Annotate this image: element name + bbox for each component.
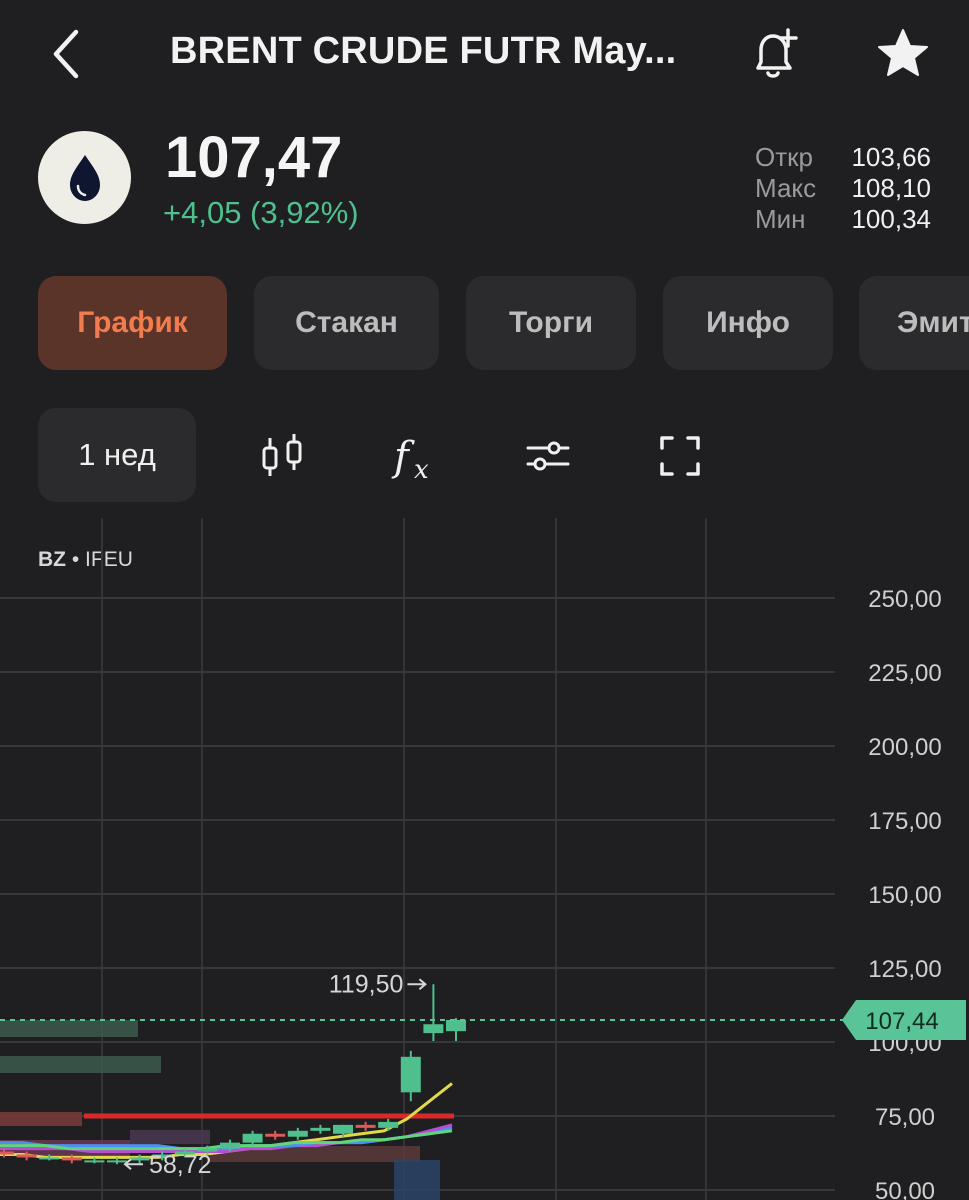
bell-plus-icon [756, 28, 798, 78]
last-price: 107,47 [165, 125, 343, 190]
candle-body [446, 1019, 466, 1032]
y-tick-label: 125,00 [868, 956, 941, 983]
y-tick-label: 150,00 [868, 882, 941, 909]
stat-low: Мин 100,34 [755, 204, 931, 235]
add-alert-button[interactable] [744, 24, 804, 84]
chevron-left-icon [53, 29, 79, 79]
tab-chart[interactable]: График [38, 276, 227, 370]
tab-info[interactable]: Инфо [663, 276, 833, 370]
candle-body [220, 1142, 240, 1149]
chart-type-button[interactable] [256, 430, 308, 482]
period-selector[interactable]: 1 нед [38, 408, 196, 502]
tab-order-book[interactable]: Стакан [254, 276, 439, 370]
stat-label: Макс [755, 173, 817, 203]
favorite-button[interactable] [872, 24, 934, 84]
candle-body [129, 1157, 150, 1161]
oil-drop-icon [70, 155, 100, 201]
function-icon: f x [391, 434, 429, 485]
volume-profile-bar [0, 1056, 161, 1073]
candle-body [310, 1127, 331, 1131]
candle-body [355, 1124, 376, 1128]
volume-profile-bar [394, 1160, 440, 1200]
y-tick-label: 175,00 [868, 808, 941, 835]
max-arrow-icon [407, 978, 427, 991]
instrument-title: BRENT CRUDE FUTR May... [170, 30, 677, 72]
volume-profile-bar [0, 1112, 82, 1126]
y-tick-label: 75,00 [875, 1104, 935, 1131]
candle-body [242, 1133, 263, 1143]
candle-body [61, 1157, 82, 1161]
top-bar: BRENT CRUDE FUTR May... [0, 0, 969, 110]
stat-value: 100,34 [851, 204, 931, 234]
stat-value: 108,10 [851, 173, 931, 203]
y-tick-label: 225,00 [868, 660, 941, 687]
fullscreen-icon [660, 436, 700, 476]
candle-body [39, 1157, 60, 1160]
chart-toolbar: 1 нед f x [38, 408, 938, 502]
candle-body [378, 1121, 399, 1128]
candle-body [423, 1024, 444, 1034]
candle-body [400, 1056, 421, 1093]
volume-profile-bar [130, 1130, 210, 1144]
svg-text:f: f [391, 434, 415, 480]
tab-trades[interactable]: Торги [466, 276, 636, 370]
min-price-annotation: 58,72 [149, 1151, 212, 1179]
candlestick-icon [262, 434, 302, 476]
candle-body [107, 1160, 127, 1163]
section-tabs: График Стакан Торги Инфо Эмитент [38, 276, 969, 370]
indicators-button[interactable]: f x [388, 430, 440, 485]
candle-body [333, 1124, 353, 1134]
candle-body [0, 1151, 14, 1155]
stat-high: Макс 108,10 [755, 173, 931, 204]
stat-open: Откр 103,66 [755, 142, 931, 173]
stat-value: 103,66 [851, 142, 931, 172]
star-icon [878, 29, 928, 76]
y-tick-label: 250,00 [868, 586, 941, 613]
chart-settings-button[interactable] [522, 430, 574, 482]
current-price-label: 107,44 [865, 1008, 938, 1035]
stat-label: Мин [755, 204, 806, 234]
volume-profile-bar [0, 1020, 138, 1037]
stat-label: Откр [755, 142, 813, 172]
svg-text:x: x [414, 455, 429, 482]
tab-issuer[interactable]: Эмитент [859, 276, 969, 370]
candle-body [16, 1154, 37, 1158]
y-tick-label: 50,00 [875, 1178, 935, 1200]
instrument-logo [38, 131, 131, 224]
back-button[interactable] [42, 24, 92, 84]
candle-body [265, 1133, 286, 1137]
price-chart[interactable]: 250,00225,00200,00175,00150,00125,00100,… [0, 518, 969, 1200]
price-stats: Откр 103,66 Макс 108,10 Мин 100,34 [755, 142, 931, 235]
candle-body [287, 1130, 308, 1137]
candle-body [84, 1160, 105, 1163]
fullscreen-button[interactable] [654, 430, 706, 482]
y-tick-label: 200,00 [868, 734, 941, 761]
max-price-annotation: 119,50 [329, 970, 404, 998]
price-change: +4,05 (3,92%) [163, 195, 359, 230]
settings-sliders-icon [526, 441, 570, 471]
